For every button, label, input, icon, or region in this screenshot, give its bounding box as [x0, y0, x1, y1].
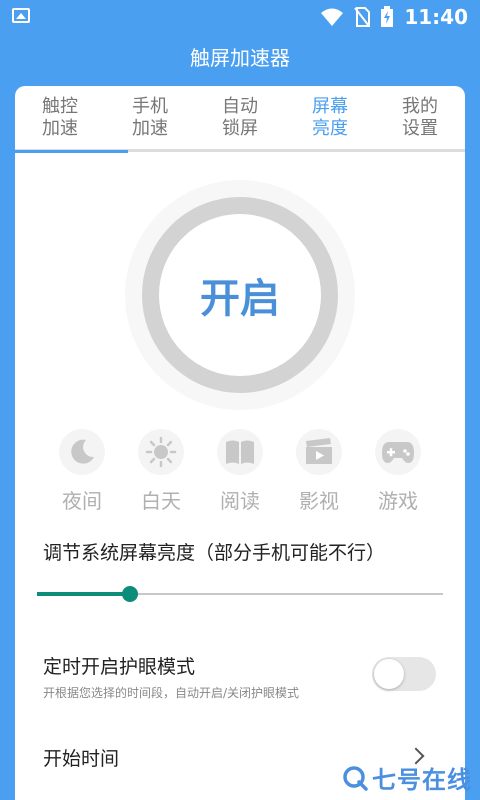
app-title: 触屏加速器: [190, 46, 290, 70]
watermark-q-icon: [343, 765, 368, 791]
brightness-label: 调节系统屏幕亮度（部分手机可能不行）: [43, 542, 386, 564]
battery-charging-icon: [381, 6, 393, 27]
mode-selector: 夜间 白天 阅读 影视 游戏: [47, 429, 433, 514]
book-icon: [226, 440, 254, 464]
no-sim-icon: [354, 7, 370, 27]
mode-day-button[interactable]: 白天: [126, 429, 196, 514]
tab-label: 我的设置: [402, 95, 438, 139]
mode-label: 游戏: [378, 489, 418, 513]
brightness-slider[interactable]: [37, 582, 443, 606]
start-time-label: 开始时间: [43, 748, 120, 770]
mode-icon-container: [375, 429, 421, 475]
tab-label: 屏幕亮度: [312, 95, 348, 139]
mode-icon-container: [138, 429, 184, 475]
eye-protection-toggle[interactable]: [372, 657, 436, 691]
mode-icon-container: [217, 429, 263, 475]
mode-icon-container: [296, 429, 342, 475]
mode-icon-container: [59, 429, 105, 475]
power-toggle-button[interactable]: 开启: [125, 180, 355, 410]
tab-label: 自动锁屏: [222, 95, 258, 139]
status-time: 11:40: [404, 5, 468, 29]
tab-screen-brightness[interactable]: 屏幕亮度: [285, 86, 375, 149]
watermark-text: 七号在线: [372, 766, 472, 794]
power-label: 开启: [200, 276, 280, 322]
power-ring-inner: 开启: [142, 197, 338, 393]
moon-icon: [71, 439, 94, 464]
toggle-knob: [374, 659, 404, 689]
tab-bar: 触控加速 手机加速 自动锁屏 屏幕亮度 我的设置: [15, 86, 465, 152]
tab-label: 手机加速: [132, 95, 168, 139]
mode-label: 白天: [141, 489, 181, 513]
status-icons: [320, 6, 394, 28]
tab-indicator: [15, 150, 128, 153]
eye-protection-description: 开根据您选择的时间段，自动开启/关闭护眼模式: [43, 686, 300, 700]
tab-my-settings[interactable]: 我的设置: [375, 86, 465, 149]
tab-label: 触控加速: [42, 95, 78, 139]
status-bar: 11:40: [0, 0, 480, 32]
mode-label: 影视: [299, 489, 339, 513]
wifi-icon: [321, 8, 343, 26]
mode-label: 阅读: [220, 489, 260, 513]
slider-thumb[interactable]: [122, 586, 139, 602]
tab-auto-lock[interactable]: 自动锁屏: [195, 86, 285, 149]
tab-touch-acceleration[interactable]: 触控加速: [15, 86, 105, 149]
sun-icon: [145, 436, 177, 468]
eye-protection-title: 定时开启护眼模式: [43, 656, 196, 678]
main-card: 触控加速 手机加速 自动锁屏 屏幕亮度 我的设置 开启 夜间 白天 阅读 影视 …: [15, 86, 465, 800]
slider-fill: [37, 592, 131, 596]
mode-label: 夜间: [62, 489, 102, 513]
mode-movie-button[interactable]: 影视: [284, 429, 354, 514]
gallery-icon: [12, 8, 30, 23]
mode-night-button[interactable]: 夜间: [47, 429, 117, 514]
film-icon: [306, 438, 332, 464]
tab-phone-acceleration[interactable]: 手机加速: [105, 86, 195, 149]
watermark-logo: 七号在线: [342, 760, 472, 795]
mode-reading-button[interactable]: 阅读: [205, 429, 275, 514]
mode-game-button[interactable]: 游戏: [363, 429, 433, 514]
gamepad-icon: [382, 442, 414, 463]
